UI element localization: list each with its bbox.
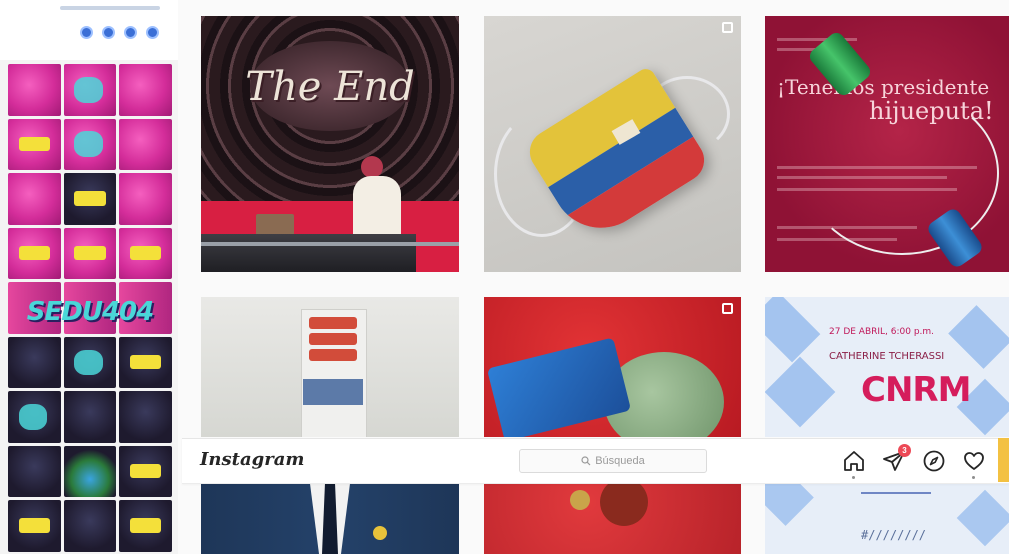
story-highlight-2[interactable]: [102, 26, 115, 39]
header-nav-icons: 3: [842, 444, 986, 479]
preview-tile[interactable]: [8, 282, 61, 334]
messages-badge: 3: [898, 444, 911, 457]
post-tile-5[interactable]: [484, 297, 741, 437]
post-art: [361, 156, 383, 178]
preview-tile[interactable]: [119, 227, 172, 280]
post-tile-4[interactable]: [201, 297, 459, 437]
story-highlight-1[interactable]: [80, 26, 93, 39]
preview-tile[interactable]: [8, 227, 61, 280]
carousel-icon: [722, 303, 733, 314]
post-art: [765, 356, 836, 428]
preview-tile[interactable]: [8, 118, 61, 171]
post-tile-1[interactable]: The End: [201, 16, 459, 272]
activity-indicator: [972, 476, 975, 479]
post-title-text: The End: [245, 64, 415, 110]
phone-feed-preview: SEDU404: [0, 0, 178, 554]
post-tile-3[interactable]: ¡Tenemos presidente hijueputa!: [765, 16, 1009, 272]
post-art: [765, 297, 821, 363]
post-art: [201, 242, 459, 246]
activity-heart-icon[interactable]: [962, 449, 986, 479]
story-highlight-4[interactable]: [146, 26, 159, 39]
preview-tile[interactable]: [8, 336, 61, 389]
preview-tile[interactable]: [63, 118, 117, 171]
post-tile-partial[interactable]: [998, 438, 1009, 482]
preview-tile[interactable]: [63, 227, 117, 280]
post-art: [309, 317, 357, 329]
instagram-logo[interactable]: Instagram: [200, 449, 304, 470]
preview-tile[interactable]: [119, 118, 172, 171]
post-art: [201, 234, 416, 272]
preview-tile[interactable]: [63, 173, 117, 225]
post-art: [600, 478, 648, 526]
preview-tile[interactable]: [8, 445, 61, 498]
post-tile-6[interactable]: 27 DE ABRIL, 6:00 p.m. CATHERINE TCHERAS…: [765, 297, 1009, 437]
preview-tile[interactable]: [63, 282, 117, 334]
preview-tile[interactable]: [119, 173, 172, 225]
post-art: [303, 379, 363, 405]
home-icon[interactable]: [842, 449, 866, 479]
preview-tile[interactable]: [119, 336, 172, 389]
preview-tile[interactable]: [119, 445, 172, 498]
search-icon: [581, 456, 591, 466]
preview-tile[interactable]: [119, 64, 172, 116]
post-art: [861, 492, 931, 494]
preview-tile[interactable]: [8, 500, 61, 552]
preview-tile[interactable]: [63, 391, 117, 443]
preview-tile[interactable]: [63, 445, 117, 498]
preview-tile[interactable]: [119, 391, 172, 443]
preview-tile[interactable]: [63, 336, 117, 389]
preview-tile[interactable]: [63, 64, 117, 116]
phone-profile-header: [0, 0, 178, 60]
post-art: [948, 305, 1009, 369]
search-placeholder: Búsqueda: [595, 455, 645, 467]
active-indicator: [852, 476, 855, 479]
carousel-icon: [722, 22, 733, 33]
story-highlight-3[interactable]: [124, 26, 137, 39]
post-art: #////////: [861, 528, 927, 542]
preview-tile[interactable]: [63, 500, 117, 552]
explore-icon[interactable]: [922, 449, 946, 473]
phone-post-grid: [8, 64, 172, 552]
preview-tile[interactable]: [8, 391, 61, 443]
post-art: [570, 490, 590, 510]
post-art: [956, 489, 1009, 547]
post-tile-2[interactable]: [484, 16, 741, 272]
preview-tile[interactable]: [119, 500, 172, 552]
preview-tile[interactable]: [119, 282, 172, 334]
instagram-header: Instagram Búsqueda 3: [182, 438, 1009, 484]
profile-name-bar: [60, 6, 160, 10]
post-art: [373, 526, 387, 540]
post-title-text: CNRM: [861, 370, 971, 410]
direct-messages-icon[interactable]: 3: [882, 444, 911, 473]
post-artist-text: CATHERINE TCHERASSI: [829, 351, 945, 362]
post-art: [309, 333, 357, 345]
search-input[interactable]: Búsqueda: [519, 449, 707, 473]
post-date-text: 27 DE ABRIL, 6:00 p.m.: [829, 327, 935, 337]
preview-tile[interactable]: [8, 64, 61, 116]
preview-tile[interactable]: [8, 173, 61, 225]
post-art: [309, 349, 357, 361]
